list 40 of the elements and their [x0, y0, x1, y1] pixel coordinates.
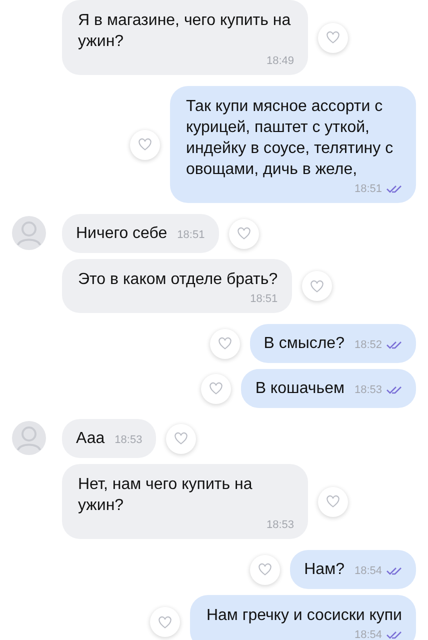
heart-icon [209, 382, 224, 395]
heart-icon [218, 337, 232, 350]
message-text: Нам гречку и сосиски купи [206, 606, 402, 626]
message-text: Ааа [76, 429, 105, 449]
heart-icon [236, 227, 251, 240]
message-time: 18:52 [354, 338, 382, 352]
message-text: Я в магазине, чего купить на ужин? [78, 11, 292, 52]
message-text: В кошачьем [255, 379, 344, 399]
message-text: Это в каком отделе брать? [78, 270, 278, 290]
message-text: В смысле? [264, 334, 344, 354]
heart-icon [258, 563, 272, 576]
message-text: Нам? [304, 560, 344, 580]
like-button[interactable] [210, 328, 240, 358]
heart-icon [310, 280, 324, 292]
message-time: 18:51 [177, 228, 205, 242]
message-text: Ничего себе [76, 224, 168, 244]
like-button[interactable] [318, 486, 348, 516]
heart-icon [326, 31, 340, 44]
like-button[interactable] [318, 22, 348, 52]
like-button[interactable] [250, 554, 280, 584]
message-text: Нет, нам чего купить на ужин? [78, 475, 254, 516]
like-button[interactable] [302, 271, 332, 301]
message-time: 18:49 [266, 54, 294, 68]
heart-icon [326, 495, 340, 508]
heart-icon [138, 138, 152, 151]
heart-icon [174, 432, 188, 445]
message-time: 18:53 [354, 383, 382, 397]
message-time: 18:54 [354, 564, 382, 578]
message-time: 18:54 [354, 628, 382, 640]
message-time: 18:51 [250, 292, 278, 306]
like-button[interactable] [130, 130, 160, 160]
message-text: Так купи мясное ассорти с курицей, паштет с уткой, индейку в соусе, телятину с овощами, дичь в желе, [186, 97, 394, 180]
like-button[interactable] [166, 424, 196, 454]
like-button[interactable] [150, 607, 180, 637]
message-time: 18:53 [266, 518, 294, 532]
like-button[interactable] [228, 218, 259, 248]
message-time: 18:51 [354, 182, 382, 196]
like-button[interactable] [201, 374, 232, 404]
message-time: 18:53 [114, 433, 142, 447]
heart-icon [158, 616, 172, 628]
